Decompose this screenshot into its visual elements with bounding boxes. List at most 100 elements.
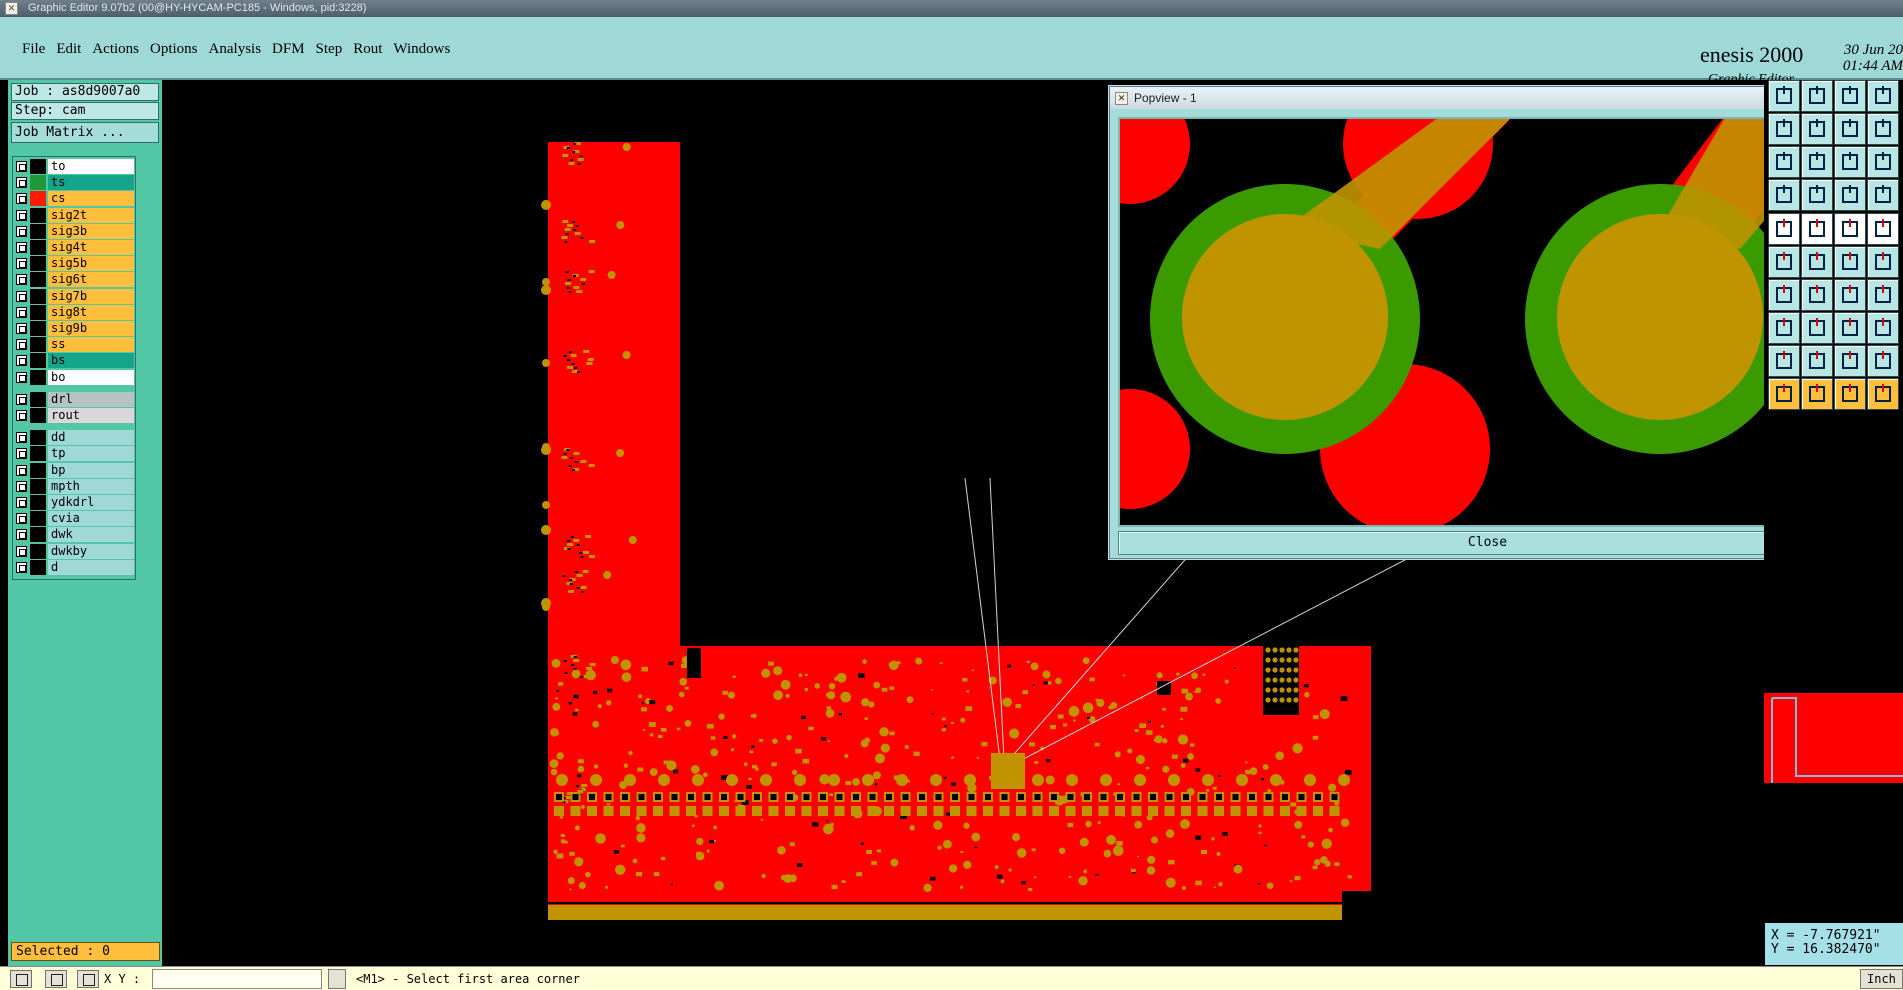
line-edit-icon[interactable] xyxy=(1801,279,1833,311)
scale-icon[interactable] xyxy=(1834,146,1866,178)
layer-color-swatch[interactable] xyxy=(30,543,46,559)
layer-checkbox[interactable] xyxy=(16,480,27,492)
layer-row-dwkby[interactable]: dwkby xyxy=(15,543,135,559)
extra-icon[interactable] xyxy=(1867,113,1899,145)
connect-icon[interactable] xyxy=(1768,246,1800,278)
layer-color-swatch[interactable] xyxy=(30,272,46,288)
layer-row-rout[interactable]: rout xyxy=(15,408,135,423)
layer-jump-icon[interactable] xyxy=(1834,113,1866,145)
select-icon[interactable] xyxy=(1768,378,1800,410)
job-matrix-button[interactable]: Job Matrix ... xyxy=(11,122,159,143)
layer-row-ss[interactable]: ss xyxy=(15,337,135,353)
layer-checkbox[interactable] xyxy=(16,209,27,221)
home-icon[interactable] xyxy=(1834,80,1866,112)
grid-toggle-icon[interactable] xyxy=(1801,179,1833,211)
layer-color-swatch[interactable] xyxy=(30,256,46,272)
xy-input[interactable] xyxy=(152,969,322,989)
layer-color-swatch[interactable] xyxy=(30,478,46,494)
layer-row-cvia[interactable]: cvia xyxy=(15,511,135,527)
layer-checkbox[interactable] xyxy=(16,225,27,237)
layer-color-swatch[interactable] xyxy=(30,337,46,353)
angle-icon[interactable] xyxy=(1768,279,1800,311)
layer-row-sig6t[interactable]: sig6t xyxy=(15,272,135,288)
layer-checkbox[interactable] xyxy=(16,545,27,557)
extra-icon[interactable] xyxy=(1867,345,1899,377)
popview-viewport[interactable] xyxy=(1118,117,1819,527)
arc-icon[interactable] xyxy=(1834,279,1866,311)
layer-checkbox[interactable] xyxy=(16,464,27,476)
layer-color-swatch[interactable] xyxy=(30,288,46,304)
layer-row-sig2t[interactable]: sig2t xyxy=(15,207,135,223)
layer-color-swatch[interactable] xyxy=(30,191,46,207)
layer-checkbox[interactable] xyxy=(16,290,27,302)
select-net-icon[interactable] xyxy=(1834,378,1866,410)
layer-color-swatch[interactable] xyxy=(30,369,46,385)
layer-checkbox[interactable] xyxy=(16,448,27,460)
menu-rout[interactable]: Rout xyxy=(351,41,391,58)
layer-row-cs[interactable]: cs xyxy=(15,191,135,207)
layer-row-bs[interactable]: bs xyxy=(15,353,135,369)
layer-prev-icon[interactable] xyxy=(1768,113,1800,145)
layer-color-swatch[interactable] xyxy=(30,511,46,527)
menu-options[interactable]: Options xyxy=(148,41,207,58)
layer-row-d[interactable]: d xyxy=(15,559,135,575)
layer-color-swatch[interactable] xyxy=(30,223,46,239)
layer-checkbox[interactable] xyxy=(16,355,27,367)
graphic-canvas[interactable]: ✕ Popview - 1 X xyxy=(162,80,1863,966)
layer-color-swatch[interactable] xyxy=(30,240,46,255)
extra-icon[interactable] xyxy=(1867,246,1899,278)
menu-step[interactable]: Step xyxy=(314,41,352,58)
delete-icon[interactable] xyxy=(1801,246,1833,278)
select-area-icon[interactable] xyxy=(1801,378,1833,410)
layer-checkbox[interactable] xyxy=(16,513,27,525)
add-line-icon[interactable] xyxy=(1801,213,1833,245)
layer-row-ts[interactable]: ts xyxy=(15,175,135,191)
layer-checkbox[interactable] xyxy=(16,161,27,172)
units-button[interactable]: Inch xyxy=(1860,969,1903,989)
layer-row-dwk[interactable]: dwk xyxy=(15,527,135,543)
layer-color-swatch[interactable] xyxy=(30,495,46,510)
extra-icon[interactable] xyxy=(1867,312,1899,344)
fit-icon[interactable] xyxy=(1768,146,1800,178)
layer-checkbox[interactable] xyxy=(16,242,27,253)
layer-row-sig7b[interactable]: sig7b xyxy=(15,288,135,304)
extra-icon[interactable] xyxy=(1867,378,1899,410)
menu-edit[interactable]: Edit xyxy=(54,41,90,58)
measure-icon[interactable] xyxy=(45,970,67,988)
move-down-icon[interactable] xyxy=(1801,80,1833,112)
add-pad-icon[interactable] xyxy=(1768,213,1800,245)
extra-icon[interactable] xyxy=(1867,279,1899,311)
pan-icon[interactable] xyxy=(1801,146,1833,178)
move-up-icon[interactable] xyxy=(1768,80,1800,112)
triangle-icon[interactable] xyxy=(1768,345,1800,377)
highlight-icon[interactable] xyxy=(1834,179,1866,211)
ruler-icon[interactable] xyxy=(1834,213,1866,245)
shape-icon[interactable] xyxy=(1801,345,1833,377)
layer-checkbox[interactable] xyxy=(16,410,27,421)
snap-icon[interactable] xyxy=(10,970,32,988)
layer-checkbox[interactable] xyxy=(16,393,27,405)
layer-row-sig4t[interactable]: sig4t xyxy=(15,240,135,255)
menu-actions[interactable]: Actions xyxy=(90,41,148,58)
layer-checkbox[interactable] xyxy=(16,193,27,205)
layer-row-dd[interactable]: dd xyxy=(15,430,135,446)
layer-color-swatch[interactable] xyxy=(30,391,46,407)
layer-checkbox[interactable] xyxy=(16,306,27,318)
layer-checkbox[interactable] xyxy=(16,561,27,573)
layer-checkbox[interactable] xyxy=(16,258,27,270)
align-icon[interactable] xyxy=(1834,312,1866,344)
menu-dfm[interactable]: DFM xyxy=(270,41,314,58)
extra-icon[interactable] xyxy=(1867,213,1899,245)
layer-row-to[interactable]: to xyxy=(15,159,135,174)
snap-icon[interactable] xyxy=(1768,179,1800,211)
layer-color-swatch[interactable] xyxy=(30,175,46,191)
extra-icon[interactable] xyxy=(1867,179,1899,211)
text-icon[interactable] xyxy=(1834,345,1866,377)
menu-file[interactable]: File xyxy=(20,41,54,58)
layer-color-swatch[interactable] xyxy=(30,408,46,423)
layer-checkbox[interactable] xyxy=(16,177,27,189)
overview-minimap[interactable] xyxy=(1764,628,1903,843)
layer-checkbox[interactable] xyxy=(16,529,27,541)
layer-color-swatch[interactable] xyxy=(30,527,46,543)
layer-checkbox[interactable] xyxy=(16,274,27,286)
